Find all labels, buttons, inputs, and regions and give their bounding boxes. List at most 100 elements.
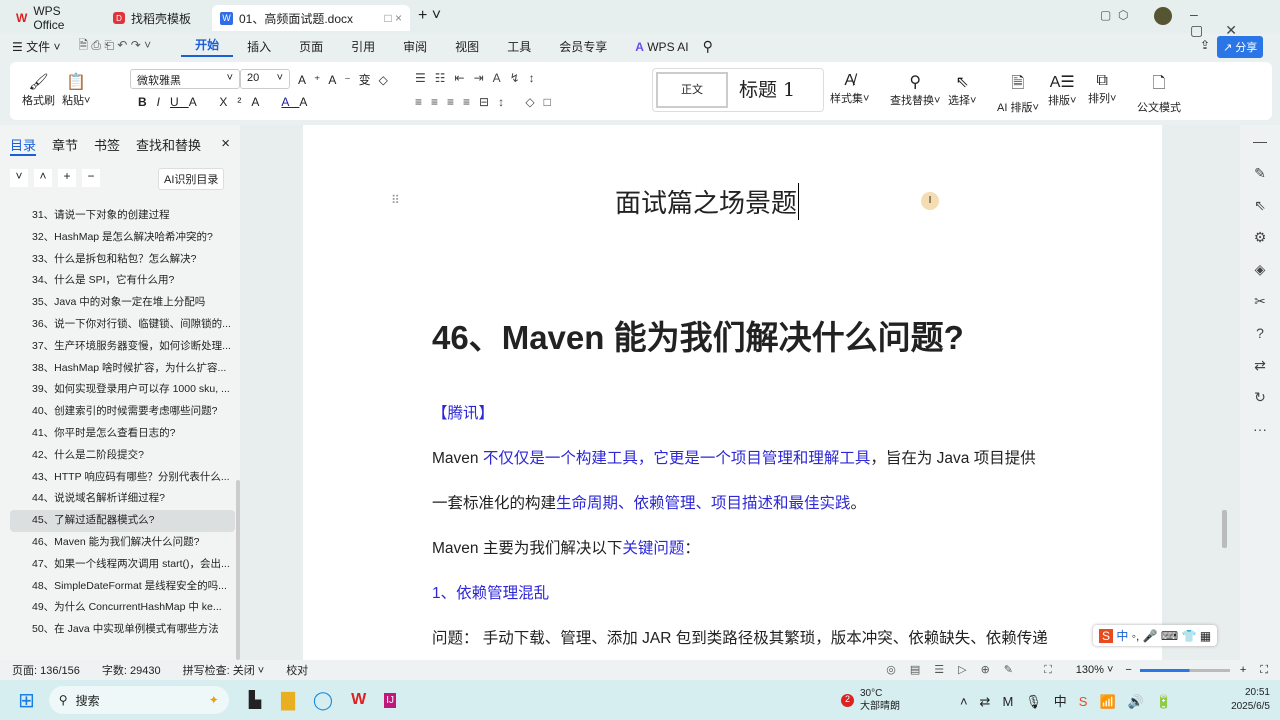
windows-start-icon[interactable]: ⊞	[18, 688, 35, 713]
app-browser-icon[interactable]: ◯	[313, 690, 333, 711]
toc-item[interactable]: 39、如何实现登录用户可以存 1000 sku, ...	[10, 379, 235, 401]
settings-icon[interactable]: ⚙	[1240, 221, 1280, 253]
sidebar-tab-bookmarks[interactable]: 书签	[94, 135, 120, 156]
minus-icon[interactable]: —	[1240, 125, 1280, 157]
toc-item[interactable]: 31、请说一下对象的创建过程	[10, 205, 235, 227]
cloud-upload-icon[interactable]: ⇪	[1200, 38, 1210, 52]
toc-item[interactable]: 36、说一下你对行锁、临键锁、间隙锁的...	[10, 314, 235, 336]
sidebar-tab-chapters[interactable]: 章节	[52, 135, 78, 156]
paste-button[interactable]: 📋 粘贴˅	[62, 72, 90, 108]
ime-toolbar[interactable]: S 中 ◦, 🎤 ⌨ 👕 ▦	[1093, 625, 1218, 646]
share-icon[interactable]: ⇄	[1240, 349, 1280, 381]
font-tools[interactable]: A⁺A⁻变◇	[298, 71, 396, 88]
view-mode-icons[interactable]: ◎▤☰▷⊕✎ ⛶	[886, 663, 1066, 677]
collapse-icon[interactable]: ˅	[10, 169, 28, 187]
drag-handle-icon[interactable]: ⠿	[391, 193, 400, 207]
toc-item[interactable]: 37、生产环境服务器变慢，如何诊断处理...	[10, 336, 235, 358]
document-page[interactable]: ⠿ 面试篇之场景题 I 46、Maven 能为我们解决什么问题? 【腾讯】 Ma…	[303, 125, 1162, 660]
alignment-tools[interactable]: ≡≡≡≡⊟↕ ◇□	[415, 95, 560, 109]
app-wps-icon[interactable]: W	[351, 691, 366, 709]
style-set-button[interactable]: A̸ 样式集˅	[830, 72, 869, 106]
shape-icon[interactable]: ◈	[1240, 253, 1280, 285]
toc-item[interactable]: 50、在 Java 中实现单例模式有哪些方法	[10, 619, 235, 641]
menu-start[interactable]: 开始	[181, 36, 234, 57]
menu-page[interactable]: 页面	[285, 38, 337, 55]
tools-icon[interactable]: ✂	[1240, 285, 1280, 317]
toc-item[interactable]: 41、你平时是怎么查看日志的?	[10, 423, 235, 445]
toc-item[interactable]: 35、Java 中的对象一定在堆上分配吗	[10, 292, 235, 314]
toc-item[interactable]: 38、HashMap 啥时候扩容，为什么扩容...	[10, 358, 235, 380]
menu-tools[interactable]: 工具	[493, 38, 545, 55]
close-sidebar-icon[interactable]: ×	[221, 135, 230, 156]
tab-wps-office[interactable]: W WPS Office	[8, 4, 98, 32]
official-mode-button[interactable]: 🗋 公文模式	[1137, 72, 1181, 115]
clock[interactable]: 20:51 2025/6/5	[1231, 686, 1270, 714]
toc-item[interactable]: 49、为什么 ConcurrentHashMap 中 ke...	[10, 597, 235, 619]
search-icon[interactable]: ⚲	[703, 38, 713, 55]
sidebar-tab-find[interactable]: 查找和替换	[136, 135, 201, 156]
page-count[interactable]: 页面: 136/156	[12, 662, 80, 678]
tab-document[interactable]: W 01、高频面试题.docx □ ×	[212, 5, 410, 31]
add-icon[interactable]: +	[58, 169, 76, 187]
menu-view[interactable]: 视图	[441, 38, 493, 55]
close-icon[interactable]: □ ×	[384, 11, 402, 25]
menu-member[interactable]: 会员专享	[545, 38, 621, 55]
remove-icon[interactable]: −	[82, 169, 100, 187]
system-tray-icons[interactable]: ˄⇄M🎙中S📶🔊🔋	[960, 691, 1184, 710]
toc-item[interactable]: 46、Maven 能为我们解决什么问题?	[10, 532, 235, 554]
wps-ai-button[interactable]: A WPS AI	[621, 40, 702, 54]
find-replace-button[interactable]: ⚲ 查找替换˅	[890, 72, 940, 108]
toc-item[interactable]: 40、创建索引的时候需要考虑哪些问题?	[10, 401, 235, 423]
toc-item[interactable]: 34、什么是 SPI，它有什么用?	[10, 270, 235, 292]
layout-button[interactable]: A☰ 排版˅	[1048, 72, 1076, 108]
zoom-in-icon[interactable]: +	[1240, 664, 1246, 676]
tab-template[interactable]: D 找稻壳模板	[105, 5, 205, 31]
toc-item[interactable]: 33、什么是拆包和粘包？怎么解决?	[10, 249, 235, 271]
paragraph-tools[interactable]: ☰☷⇤⇥A↯↕	[415, 71, 544, 85]
window-icons[interactable]: ▢ ⬡	[1100, 8, 1128, 22]
fullscreen-icon[interactable]: ⛶	[1260, 664, 1268, 677]
ai-toc-button[interactable]: AI识别目录	[158, 168, 225, 190]
help-icon[interactable]: ?	[1240, 317, 1280, 349]
file-menu[interactable]: ☰ 文件 ˅	[0, 38, 68, 55]
arrange-button[interactable]: ⧉ 排列˅	[1088, 72, 1116, 106]
format-painter-button[interactable]: 🖌 格式刷	[22, 72, 55, 108]
weather-widget[interactable]: 2 30°C 大部晴朗	[840, 687, 900, 713]
zoom-select[interactable]: 130% ˅	[1076, 664, 1114, 676]
pointer-icon[interactable]: ⇖	[1240, 189, 1280, 221]
toc-item[interactable]: 32、HashMap 是怎么解决哈希冲突的?	[10, 227, 235, 249]
menu-reference[interactable]: 引用	[337, 38, 389, 55]
avatar[interactable]	[1154, 7, 1172, 25]
taskbar-search[interactable]: ⚲ 搜索 ✦	[48, 686, 229, 714]
style-heading1[interactable]: 标题 1	[739, 75, 795, 102]
menu-insert[interactable]: 插入	[233, 38, 285, 55]
font-select[interactable]: 微软雅黑 ˅	[130, 69, 240, 89]
sidebar-tab-toc[interactable]: 目录	[10, 135, 37, 156]
zoom-out-icon[interactable]: −	[1125, 664, 1131, 676]
spell-check[interactable]: 拼写检查: 关闭 ˅	[183, 662, 265, 678]
more-icon[interactable]: ···	[1240, 413, 1280, 445]
toc-item[interactable]: 48、SimpleDateFormat 是线程安全的吗...	[10, 576, 235, 598]
share-button[interactable]: ↗ 分享	[1217, 36, 1264, 58]
ai-layout-button[interactable]: 🗎 AI 排版˅	[997, 72, 1039, 115]
toc-item[interactable]: 47、如果一个线程两次调用 start()，会出...	[10, 554, 235, 576]
select-button[interactable]: ⇖ 选择˅	[948, 72, 976, 108]
app-explorer-icon[interactable]: ▇	[281, 690, 295, 711]
toc-item[interactable]: 42、什么是二阶段提交?	[10, 445, 235, 467]
font-size-select[interactable]: 20 ˅	[240, 69, 290, 89]
zoom-slider[interactable]	[1139, 668, 1230, 672]
sync-icon[interactable]: ↻	[1240, 381, 1280, 413]
word-count[interactable]: 字数: 29430	[102, 662, 161, 678]
proofread[interactable]: 校对	[286, 662, 308, 678]
style-normal[interactable]: 正文	[656, 72, 728, 108]
edit-icon[interactable]: ✎	[1240, 157, 1280, 189]
new-tab-icon[interactable]: + ˅	[418, 7, 441, 25]
document-scrollbar[interactable]	[1222, 510, 1227, 548]
quick-access-icons[interactable]: 🗎 ⎙ ⎗ ↶ ↷ ˅	[68, 36, 181, 57]
menu-review[interactable]: 审阅	[389, 38, 441, 55]
toc-item[interactable]: 44、说说域名解析详细过程?	[10, 488, 235, 510]
toc-item[interactable]: 43、HTTP 响应码有哪些？分别代表什么...	[10, 467, 235, 489]
toc-item[interactable]: 45、了解过适配器模式么?	[10, 510, 235, 532]
app-intellij-icon[interactable]: IJ	[384, 692, 396, 708]
text-format-buttons[interactable]: BIUA X²A AA	[138, 95, 317, 109]
